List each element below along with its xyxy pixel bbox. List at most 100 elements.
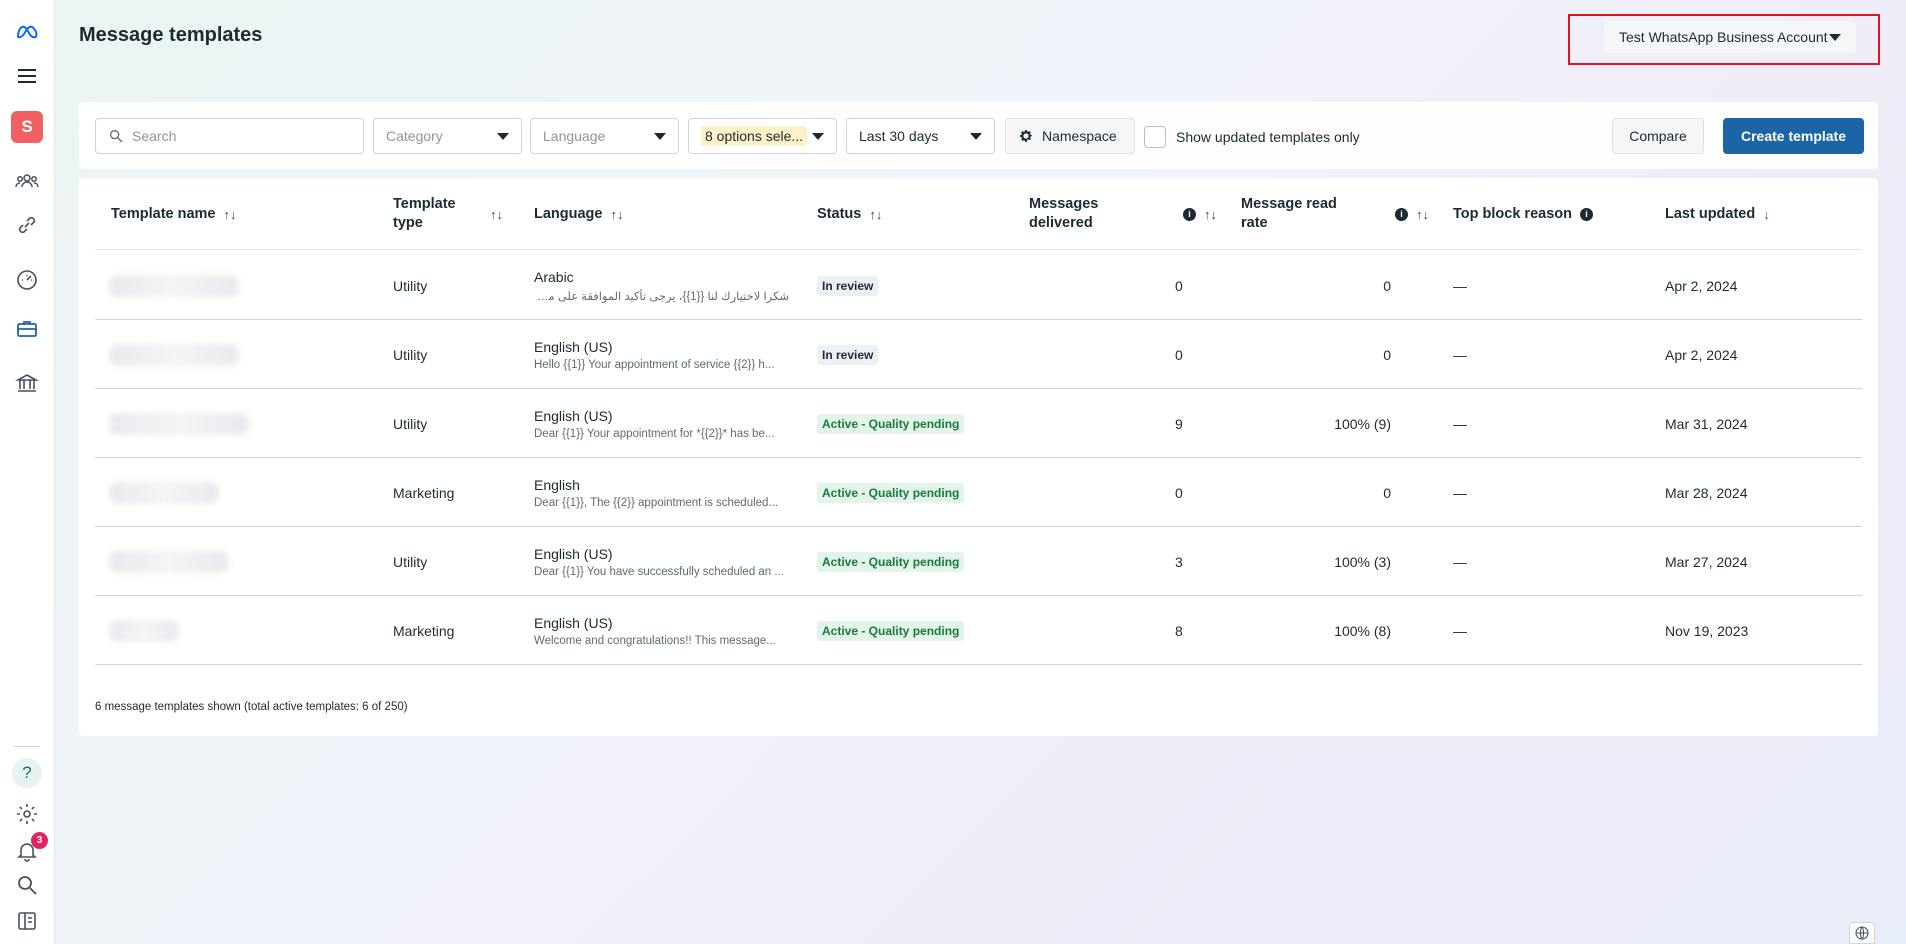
template-preview: Welcome and congratulations!! This messa… [534,634,776,647]
template-type-cell: Marketing [393,484,455,501]
panel-toggle-icon[interactable] [12,906,42,936]
category-dropdown[interactable]: Category [373,118,522,154]
sort-icon: ↑↓ [490,206,503,222]
filter-bar: Search Category Language 8 options sele.… [79,102,1878,169]
sort-icon: ↑↓ [223,206,237,222]
bank-icon[interactable] [12,368,42,398]
settings-gear-icon[interactable] [12,799,42,829]
dashboard-gauge-icon[interactable] [12,265,42,295]
messages-delivered-cell: 0 [1175,484,1183,501]
compare-button[interactable]: Compare [1612,118,1704,154]
template-name-redacted[interactable] [109,413,249,435]
template-name-redacted[interactable] [109,275,239,297]
briefcase-icon[interactable] [12,314,42,344]
status-dropdown[interactable]: 8 options sele... [688,118,837,154]
sidebar-divider [14,746,40,747]
status-badge: In review [817,275,879,296]
sort-desc-icon: ↓ [1763,206,1770,222]
notification-count-badge: 3 [31,832,48,849]
col-language[interactable]: Language ↑↓ [534,178,623,250]
last-updated-cell: Apr 2, 2024 [1665,346,1738,363]
people-icon[interactable] [12,166,42,196]
language-cell: English (US) Hello {{1}} Your appointment… [534,320,789,389]
template-preview: Hello {{1}} Your appointment of service … [534,358,775,371]
template-name-redacted[interactable] [109,482,219,504]
info-icon[interactable]: i [1395,207,1408,221]
show-updated-checkbox[interactable] [1144,126,1166,148]
table-row[interactable]: Utility English (US) Dear {{1}} You have s… [95,527,1862,596]
namespace-button[interactable]: Namespace [1005,118,1135,154]
template-name-redacted[interactable] [109,620,179,642]
info-icon[interactable]: i [1183,207,1196,221]
col-messages-delivered[interactable]: Messages delivered i ↑↓ [1029,178,1217,250]
link-icon[interactable] [12,210,42,240]
status-badge: Active - Quality pending [817,413,965,434]
read-rate-cell: 100% (8) [1334,622,1391,639]
read-rate-cell: 0 [1383,484,1391,501]
language-cell: Arabic شكرا لاختيارك لنا {{1}}، يرجى تأكي… [534,268,789,303]
status-cell: In review [817,251,879,320]
messages-delivered-cell: 9 [1175,415,1183,432]
table-row[interactable]: Utility English (US) Hello {{1}} Your appo… [95,320,1862,389]
template-name-redacted[interactable] [109,344,239,366]
language-dropdown[interactable]: Language [530,118,679,154]
col-message-read-rate[interactable]: Message read rate i ↑↓ [1241,178,1429,250]
block-reason-cell: — [1453,346,1467,363]
table-row[interactable]: Utility Arabic شكرا لاختيارك لنا {{1}}، ير… [95,251,1862,320]
table-row[interactable]: Marketing English Dear {{1}}, The {{2}} ap… [95,458,1862,527]
info-icon[interactable]: i [1579,207,1593,221]
block-reason-cell: — [1453,277,1467,294]
col-status[interactable]: Status ↑↓ [817,178,882,250]
menu-icon[interactable] [12,61,42,91]
template-name-redacted[interactable] [109,551,229,573]
messages-delivered-cell: 0 [1175,277,1183,294]
language-cell: English Dear {{1}}, The {{2}} appointment… [534,458,789,527]
caret-down-icon [654,132,666,140]
account-selector[interactable]: Test WhatsApp Business Account [1604,21,1856,53]
col-last-updated[interactable]: Last updated ↓ [1665,178,1770,250]
templates-count-summary: 6 message templates shown (total active … [95,701,408,713]
col-top-block-reason: Top block reason i [1453,178,1593,250]
messages-delivered-cell: 8 [1175,622,1183,639]
caret-down-icon [1829,33,1841,41]
template-preview: Dear {{1}}, The {{2}} appointment is sch… [534,496,779,509]
status-cell: Active - Quality pending [817,389,965,458]
sort-icon: ↑↓ [610,206,624,222]
status-badge: Active - Quality pending [817,482,965,503]
messages-delivered-cell: 3 [1175,553,1183,570]
col-template-name[interactable]: Template name ↑↓ [111,178,237,250]
language-globe-icon[interactable] [1849,922,1875,944]
search-icon[interactable] [12,870,42,900]
last-updated-cell: Apr 2, 2024 [1665,277,1738,294]
last-updated-cell: Mar 28, 2024 [1665,484,1748,501]
business-avatar[interactable]: S [11,111,43,143]
template-type-cell: Utility [393,553,428,570]
date-range-dropdown[interactable]: Last 30 days [846,118,995,154]
read-rate-cell: 0 [1383,277,1391,294]
status-badge: Active - Quality pending [817,551,965,572]
status-cell: Active - Quality pending [817,596,965,665]
template-preview: Dear {{1}} You have successfully schedul… [534,565,784,578]
status-cell: In review [817,320,879,389]
page-title: Message templates [79,24,263,46]
status-cell: Active - Quality pending [817,527,965,596]
status-badge: In review [817,344,879,365]
last-updated-cell: Mar 27, 2024 [1665,553,1748,570]
last-updated-cell: Nov 19, 2023 [1665,622,1749,639]
sort-icon: ↑↓ [869,206,883,222]
meta-logo-icon[interactable] [12,17,42,47]
table-row[interactable]: Utility English (US) Dear {{1}} Your appoi… [95,389,1862,458]
table-row[interactable]: Marketing English (US) Welcome and congrat… [95,596,1862,665]
search-icon [110,130,123,143]
col-template-type[interactable]: Template type ↑↓ [393,178,503,250]
search-input[interactable]: Search [95,118,364,154]
block-reason-cell: — [1453,553,1467,570]
sort-icon: ↑↓ [1204,206,1217,222]
create-template-button[interactable]: Create template [1723,118,1864,154]
show-updated-toggle[interactable]: Show updated templates only [1144,126,1360,148]
messages-delivered-cell: 0 [1175,346,1183,363]
read-rate-cell: 0 [1383,346,1391,363]
caret-down-icon [497,132,509,140]
help-icon[interactable]: ? [12,758,42,788]
gear-icon [1020,130,1032,142]
